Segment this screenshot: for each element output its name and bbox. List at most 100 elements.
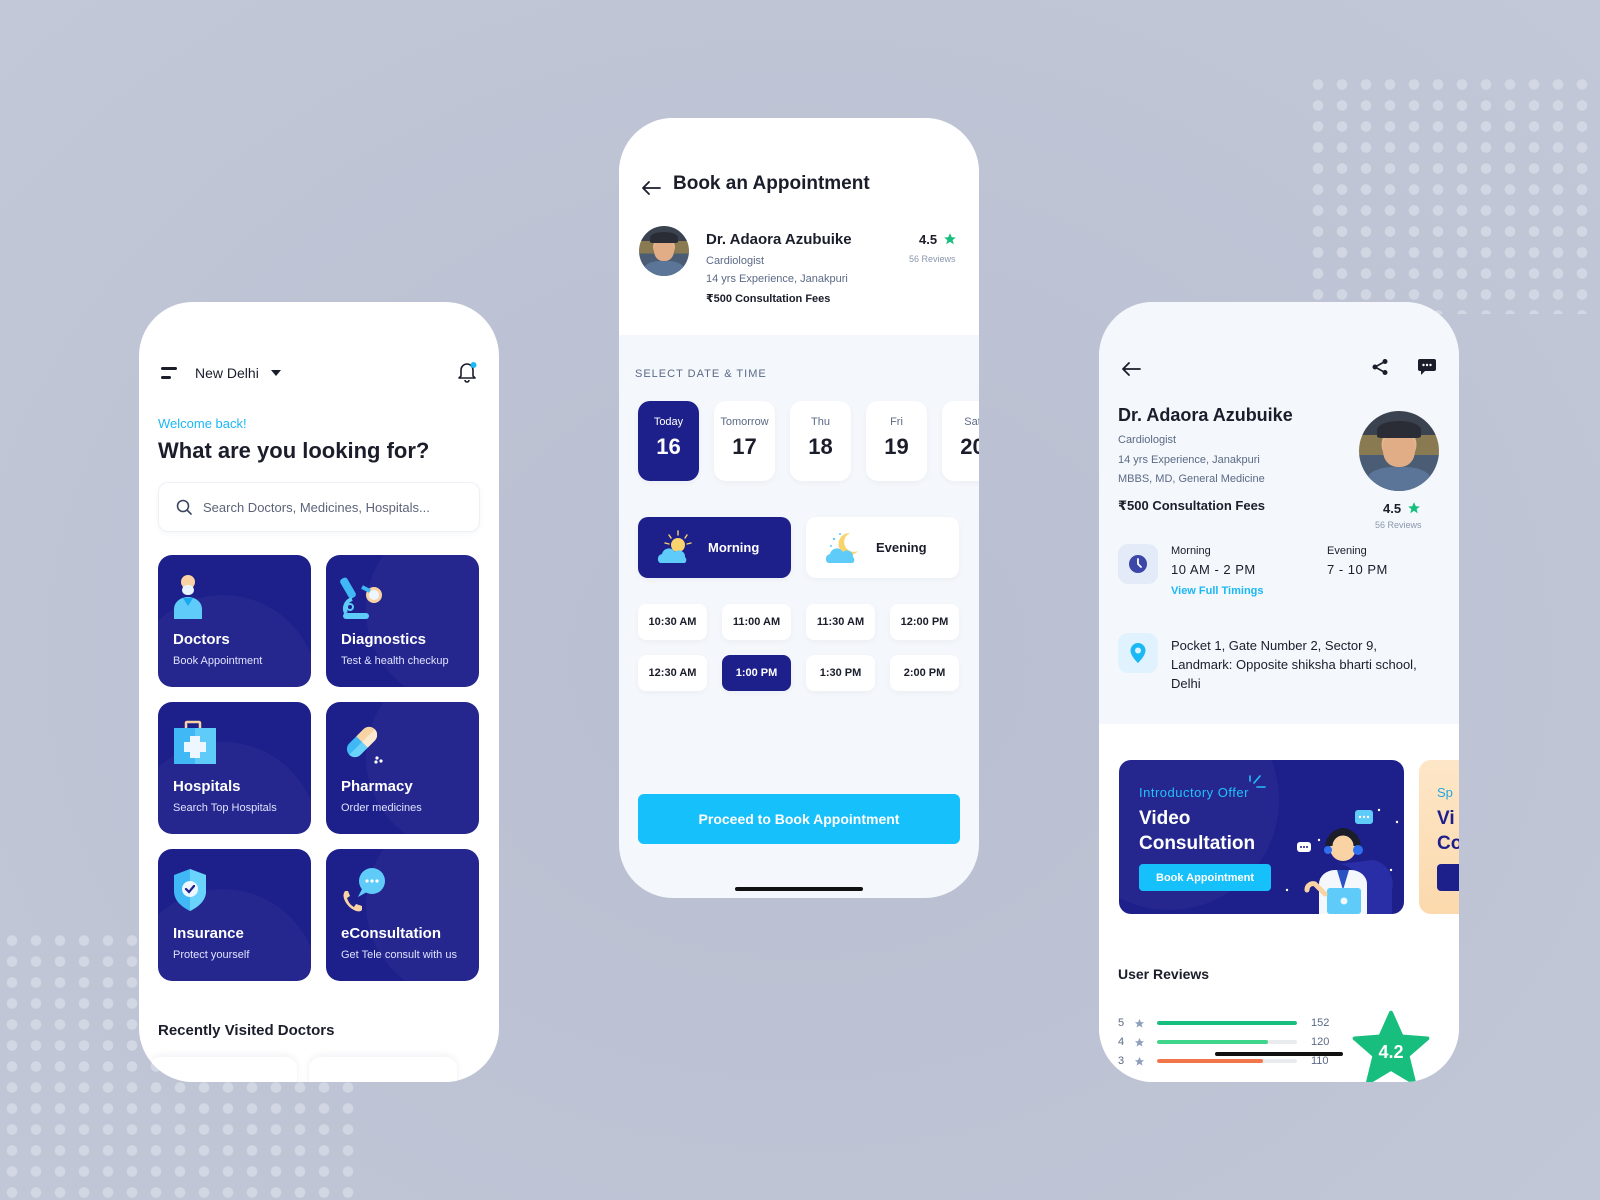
booking-screen: Book an Appointment Dr. Adaora Azubuike … xyxy=(619,118,979,898)
share-icon[interactable] xyxy=(1371,358,1389,376)
chevron-down-icon[interactable] xyxy=(270,370,281,376)
home-top-bar: New Delhi xyxy=(161,358,477,388)
doctor-rating: 4.5 xyxy=(919,232,938,247)
category-card-diagnostics[interactable]: Diagnostics Test & health checkup xyxy=(326,555,479,687)
back-arrow-icon[interactable] xyxy=(1121,361,1141,377)
section-label: SELECT DATE & TIME xyxy=(635,368,767,380)
doctor-profile-screen: Dr. Adaora Azubuike Cardiologist 14 yrs … xyxy=(1099,302,1459,1082)
clock-icon-box xyxy=(1118,544,1158,584)
category-card-econsultation[interactable]: eConsultation Get Tele consult with us xyxy=(326,849,479,981)
back-arrow-icon[interactable] xyxy=(641,180,661,196)
search-icon xyxy=(176,499,192,515)
category-subtitle: Search Top Hospitals xyxy=(173,802,277,814)
promo2-title: Vi Co xyxy=(1437,808,1459,854)
home-screen: New Delhi Welcome back! What are you loo… xyxy=(139,302,499,1082)
time-slot[interactable]: 10:30 AM xyxy=(638,604,707,640)
time-slot[interactable]: 2:00 PM xyxy=(890,655,959,691)
time-slot[interactable]: 12:00 PM xyxy=(890,604,959,640)
rating-count: 152 xyxy=(1311,1017,1330,1029)
rating-stars-level: 3 xyxy=(1118,1055,1125,1067)
date-number: 20 xyxy=(960,434,979,459)
search-bar[interactable] xyxy=(158,482,480,532)
category-subtitle: Get Tele consult with us xyxy=(341,949,457,961)
time-slot[interactable]: 11:00 AM xyxy=(722,604,791,640)
menu-icon[interactable] xyxy=(161,366,179,380)
page-title: Book an Appointment xyxy=(673,173,870,194)
location-selector[interactable]: New Delhi xyxy=(195,365,259,381)
category-subtitle: Book Appointment xyxy=(173,655,263,667)
category-card-doctors[interactable]: Doctors Book Appointment xyxy=(158,555,311,687)
category-card-pharmacy[interactable]: Pharmacy Order medicines xyxy=(326,702,479,834)
rating-stars-level: 4 xyxy=(1118,1036,1125,1048)
specialist-banner[interactable]: Sp Vi Co xyxy=(1419,760,1459,914)
evening-label: Evening xyxy=(1327,545,1367,557)
period-option-evening[interactable]: Evening xyxy=(806,517,959,578)
date-day: Sat xyxy=(964,416,979,428)
date-option[interactable]: Today 16 xyxy=(638,401,699,481)
date-number: 17 xyxy=(732,434,757,459)
promo-book-appointment-button[interactable]: Book Appointment xyxy=(1139,864,1271,891)
doctor-icon xyxy=(174,575,202,619)
category-card-hospitals[interactable]: Hospitals Search Top Hospitals xyxy=(158,702,311,834)
doctor-fee: ₹500 Consultation Fees xyxy=(1118,498,1266,513)
doctor-qualification: MBBS, MD, General Medicine xyxy=(1118,473,1265,485)
rating-bar xyxy=(1157,1040,1297,1044)
category-title: Doctors xyxy=(173,631,230,648)
doctor-avatar xyxy=(639,226,689,276)
star-icon xyxy=(1134,1018,1145,1028)
period-label: Morning xyxy=(708,540,760,555)
phone-chat-icon xyxy=(343,868,385,912)
date-number: 19 xyxy=(884,434,909,459)
medical-kit-icon xyxy=(174,720,216,764)
proceed-to-book-button[interactable]: Proceed to Book Appointment xyxy=(638,794,960,844)
time-slot[interactable]: 1:00 PM xyxy=(722,655,791,691)
promo2-button[interactable] xyxy=(1437,864,1459,891)
rating-row: 3 110 xyxy=(1118,1054,1348,1068)
notification-bell-icon[interactable] xyxy=(457,361,477,383)
date-option[interactable]: Tomorrow 17 xyxy=(714,401,775,481)
chat-icon[interactable] xyxy=(1417,358,1437,376)
category-subtitle: Order medicines xyxy=(341,802,422,814)
recent-doctor-card[interactable] xyxy=(309,1057,457,1082)
period-label: Evening xyxy=(876,540,927,555)
category-title: Diagnostics xyxy=(341,631,427,648)
evening-hours: 7 - 10 PM xyxy=(1327,562,1388,577)
reviews-count: 56 Reviews xyxy=(1375,520,1422,530)
doctor-name: Dr. Adaora Azubuike xyxy=(1118,405,1293,425)
microscope-icon xyxy=(340,577,382,619)
category-title: Hospitals xyxy=(173,778,241,795)
location-icon-box xyxy=(1118,633,1158,673)
overall-rating-value: 4.2 xyxy=(1378,1042,1404,1062)
recent-doctor-card[interactable] xyxy=(149,1057,297,1082)
date-day: Today xyxy=(653,416,684,428)
search-input[interactable] xyxy=(203,499,453,515)
star-icon xyxy=(1134,1037,1145,1047)
rating-bar xyxy=(1157,1021,1297,1025)
rating-row: 4 120 xyxy=(1118,1035,1348,1049)
rating-bar-fill xyxy=(1157,1021,1297,1025)
doctor-name: Dr. Adaora Azubuike xyxy=(706,231,852,248)
time-slot[interactable]: 12:30 AM xyxy=(638,655,707,691)
category-card-insurance[interactable]: Insurance Protect yourself xyxy=(158,849,311,981)
morning-label: Morning xyxy=(1171,545,1211,557)
category-title: Insurance xyxy=(173,925,244,942)
date-option[interactable]: Thu 18 xyxy=(790,401,851,481)
date-day: Tomorrow xyxy=(720,416,769,428)
video-consultation-banner[interactable]: Introductory Offer Video Consultation Bo… xyxy=(1119,760,1404,914)
date-option[interactable]: Fri 19 xyxy=(866,401,927,481)
time-slot[interactable]: 11:30 AM xyxy=(806,604,875,640)
booking-header: Book an Appointment Dr. Adaora Azubuike … xyxy=(619,118,979,335)
category-subtitle: Test & health checkup xyxy=(341,655,449,667)
reviews-count: 56 Reviews xyxy=(909,254,956,264)
view-full-timings-link[interactable]: View Full Timings xyxy=(1171,585,1264,597)
rating-bar xyxy=(1157,1059,1297,1063)
star-icon xyxy=(1134,1056,1145,1066)
date-option[interactable]: Sat 20 xyxy=(942,401,979,481)
rating-bar-fill xyxy=(1157,1059,1264,1063)
category-grid: Doctors Book Appointment Diagnostics Tes… xyxy=(158,555,480,981)
rating-count: 110 xyxy=(1311,1055,1329,1067)
date-selector: Today 16 Tomorrow 17 Thu 18 Fri 19 Sat 20 xyxy=(638,401,979,481)
date-day: Fri xyxy=(890,416,903,428)
period-option-morning[interactable]: Morning xyxy=(638,517,791,578)
time-slot[interactable]: 1:30 PM xyxy=(806,655,875,691)
